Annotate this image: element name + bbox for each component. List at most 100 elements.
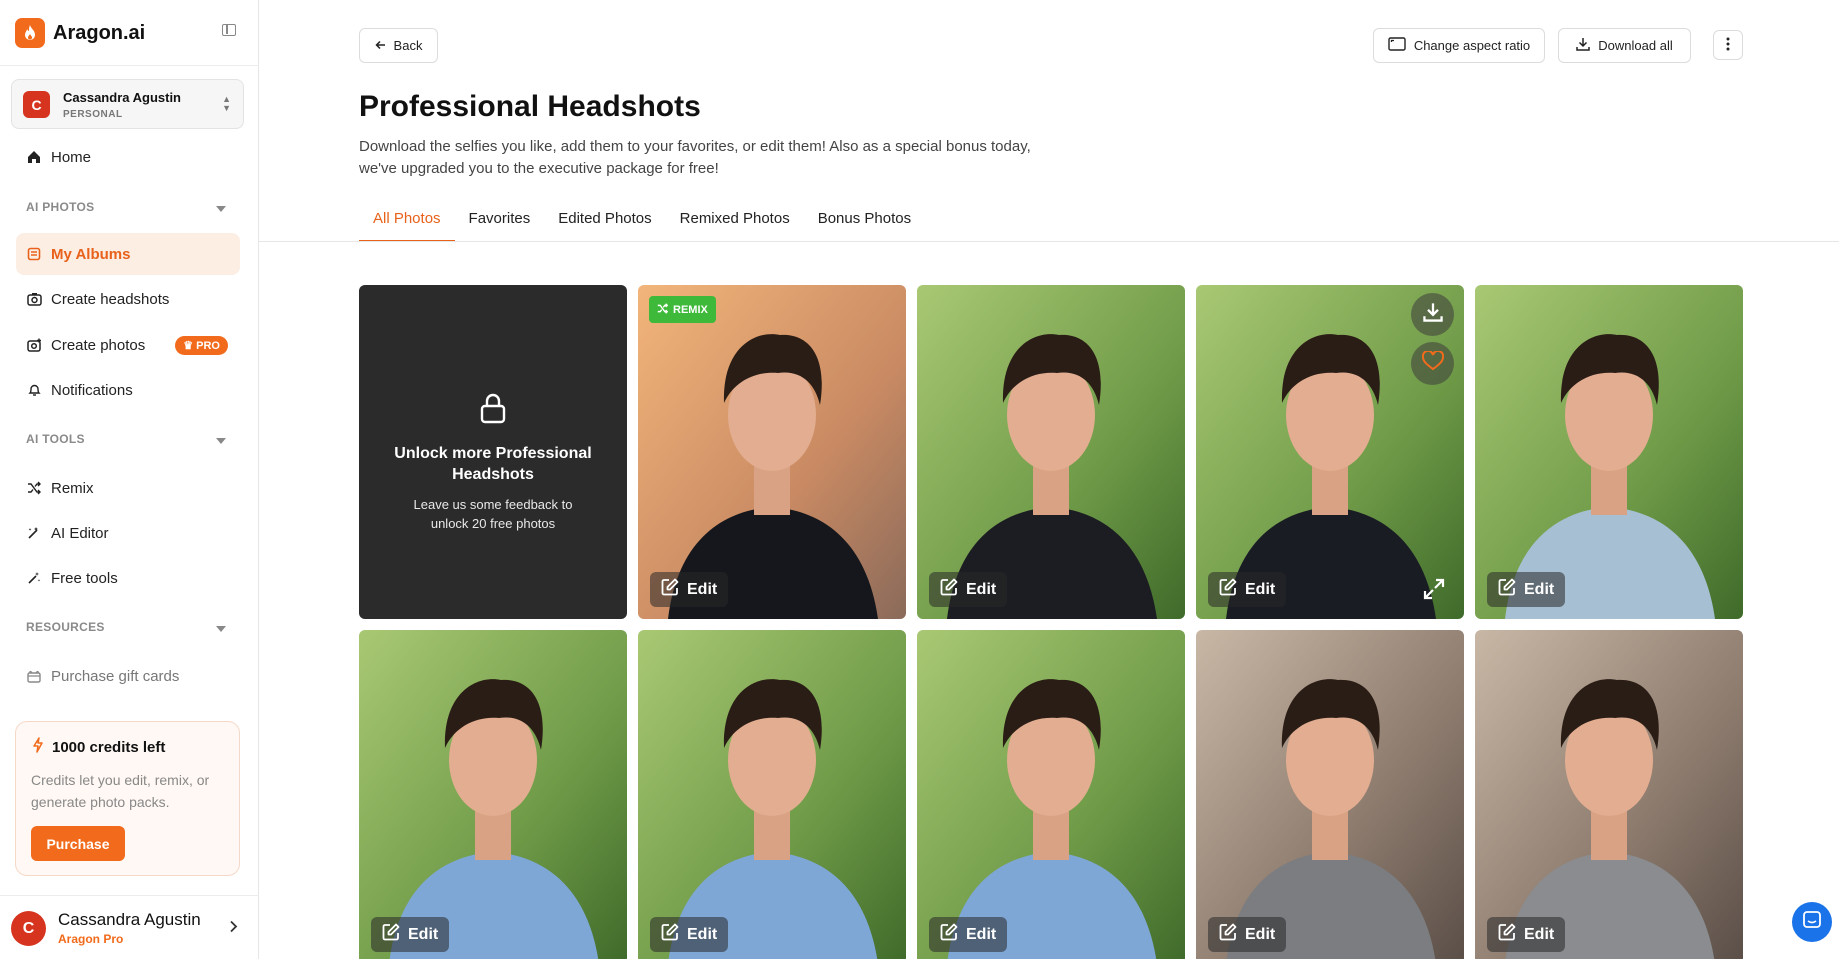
headshot-image <box>1475 285 1743 619</box>
shuffle-icon <box>657 302 669 317</box>
divider <box>0 65 259 66</box>
download-all-label: Download all <box>1598 38 1673 53</box>
camera-plus-icon <box>26 337 42 353</box>
photo-tile[interactable]: Edit <box>1475 630 1743 959</box>
headshot-image <box>1196 630 1464 959</box>
lock-icon <box>479 392 507 429</box>
edit-button[interactable]: Edit <box>929 572 1008 607</box>
headshot-image <box>638 285 906 619</box>
edit-button[interactable]: Edit <box>1208 572 1287 607</box>
sidebar-item-home[interactable]: Home <box>16 136 240 178</box>
edit-icon <box>940 923 958 946</box>
sidebar-item-label: My Albums <box>51 245 131 263</box>
purchase-button[interactable]: Purchase <box>31 826 125 861</box>
edit-icon <box>382 923 400 946</box>
sidebar-item-label: AI Editor <box>51 524 109 542</box>
lightning-icon <box>32 737 44 757</box>
caret-down-icon[interactable] <box>216 626 226 632</box>
sidebar-item-gift-cards[interactable]: Purchase gift cards <box>16 655 240 697</box>
sidebar-item-create-headshots[interactable]: Create headshots <box>16 278 240 320</box>
edit-icon <box>661 923 679 946</box>
aspect-ratio-icon <box>1388 37 1406 54</box>
edit-button[interactable]: Edit <box>1208 917 1287 952</box>
edit-icon <box>940 578 958 601</box>
photo-tile[interactable]: Edit <box>1475 285 1743 619</box>
edit-button[interactable]: Edit <box>371 917 450 952</box>
sidebar-item-ai-editor[interactable]: AI Editor <box>16 512 240 554</box>
back-button[interactable]: Back <box>359 28 438 63</box>
tabs-divider <box>259 241 1839 242</box>
sidebar-item-create-photos[interactable]: Create photos ♛ PRO <box>16 324 240 366</box>
sidebar-item-notifications[interactable]: Notifications <box>16 369 240 411</box>
edit-label: Edit <box>1524 925 1555 943</box>
download-icon <box>1576 37 1591 54</box>
account-name: Cassandra Agustin <box>63 90 181 105</box>
tab-remixed-photos[interactable]: Remixed Photos <box>666 210 804 242</box>
chevron-right-icon <box>229 920 238 936</box>
sidebar-item-free-tools[interactable]: Free tools <box>16 557 240 599</box>
gift-card-icon <box>26 668 42 684</box>
more-vertical-icon <box>1726 37 1730 54</box>
sidebar-collapse-icon[interactable] <box>222 24 236 36</box>
photo-tile[interactable]: Edit <box>359 630 627 959</box>
credits-title: 1000 credits left <box>32 737 165 757</box>
download-all-button[interactable]: Download all <box>1558 28 1691 63</box>
account-type: PERSONAL <box>63 109 123 120</box>
edit-icon <box>1219 578 1237 601</box>
tab-favorites[interactable]: Favorites <box>455 210 545 242</box>
brand[interactable]: Aragon.ai <box>15 18 145 48</box>
edit-icon <box>1498 578 1516 601</box>
support-chat-button[interactable] <box>1792 902 1832 942</box>
edit-label: Edit <box>408 925 439 943</box>
credits-card: 1000 credits left Credits let you edit, … <box>15 721 240 876</box>
headshot-image <box>1196 285 1464 619</box>
photo-tile[interactable]: Edit <box>638 630 906 959</box>
user-profile-footer[interactable]: C Cassandra Agustin Aragon Pro <box>0 895 259 959</box>
change-aspect-ratio-button[interactable]: Change aspect ratio <box>1373 28 1545 63</box>
headshot-image <box>359 630 627 959</box>
edit-button[interactable]: Edit <box>929 917 1008 952</box>
wand-sparkle-icon <box>26 570 42 586</box>
credits-count: 1000 credits left <box>52 738 166 756</box>
photo-tile[interactable]: Edit <box>1196 630 1464 959</box>
camera-icon <box>26 291 42 307</box>
sidebar-item-label: Home <box>51 148 92 166</box>
sidebar-item-label: Create photos <box>51 336 146 354</box>
photo-tile[interactable]: Edit <box>917 285 1185 619</box>
edit-button[interactable]: Edit <box>1487 572 1566 607</box>
edit-button[interactable]: Edit <box>650 917 729 952</box>
user-plan: Aragon Pro <box>58 932 124 946</box>
account-switcher[interactable]: C Cassandra Agustin PERSONAL ▲ ▼ <box>11 79 244 129</box>
caret-down-icon[interactable] <box>216 438 226 444</box>
edit-label: Edit <box>966 580 997 598</box>
expand-icon[interactable] <box>1422 577 1446 601</box>
download-photo-button[interactable] <box>1411 293 1454 336</box>
edit-label: Edit <box>1245 580 1276 598</box>
locked-card-description: Leave us some feedback to unlock 20 free… <box>413 496 573 531</box>
edit-button[interactable]: Edit <box>650 572 729 607</box>
bell-icon <box>26 382 42 398</box>
headshot-image <box>917 630 1185 959</box>
photo-tile[interactable]: Edit <box>1196 285 1464 619</box>
tab-edited-photos[interactable]: Edited Photos <box>544 210 665 242</box>
photo-tile[interactable]: REMIX Edit <box>638 285 906 619</box>
sidebar-item-my-albums[interactable]: My Albums <box>16 233 240 275</box>
sidebar-item-remix[interactable]: Remix <box>16 467 240 509</box>
page-title: Professional Headshots <box>359 90 701 123</box>
edit-button[interactable]: Edit <box>1487 917 1566 952</box>
chevron-updown-icon: ▲ ▼ <box>222 94 231 113</box>
tab-all-photos[interactable]: All Photos <box>359 210 455 242</box>
headshot-image <box>917 285 1185 619</box>
favorite-button[interactable] <box>1411 342 1454 385</box>
shuffle-icon <box>26 480 42 496</box>
chat-icon <box>1802 910 1822 935</box>
edit-icon <box>661 578 679 601</box>
locked-photo-card[interactable]: Unlock more Professional Headshots Leave… <box>359 285 627 619</box>
caret-down-icon[interactable] <box>216 206 226 212</box>
more-options-button[interactable] <box>1713 30 1743 60</box>
pro-badge: ♛ PRO <box>175 335 228 355</box>
sidebar-item-label: Remix <box>51 479 94 497</box>
tab-bonus-photos[interactable]: Bonus Photos <box>804 210 925 242</box>
headshot-image <box>1475 630 1743 959</box>
photo-tile[interactable]: Edit <box>917 630 1185 959</box>
